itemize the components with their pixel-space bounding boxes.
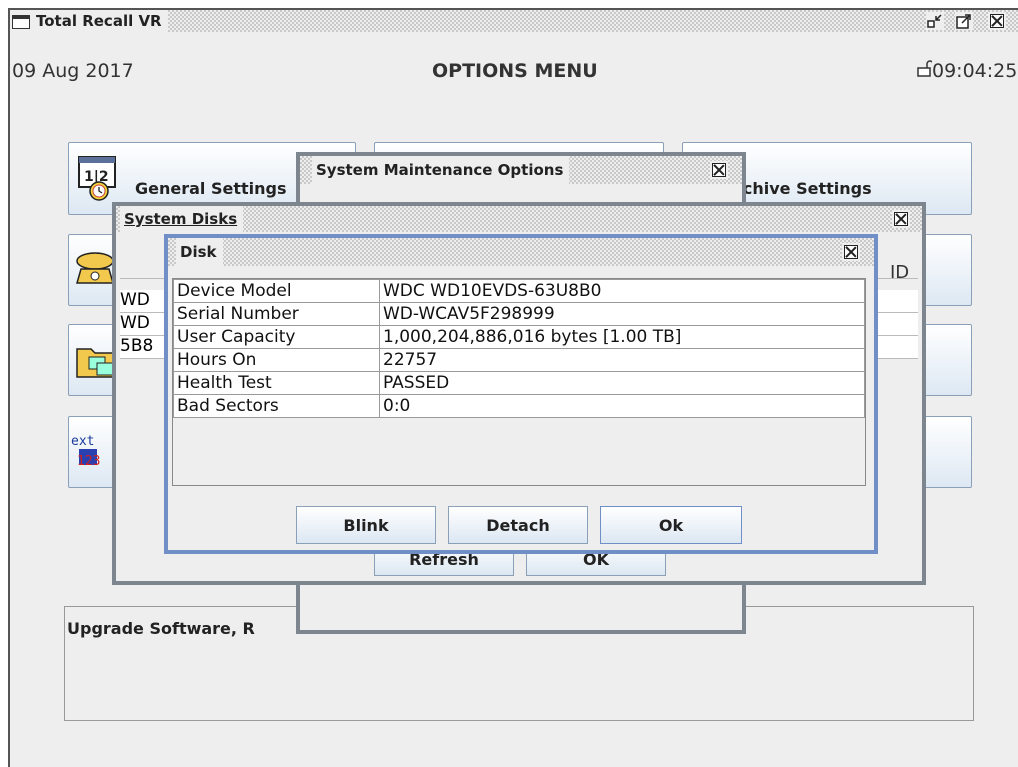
main-window: Total Recall VR 09 Aug 2017 OPTIONS MENU… bbox=[8, 8, 1018, 767]
clock-time: 09:04:25 bbox=[932, 60, 1018, 82]
blink-button[interactable]: Blink bbox=[296, 506, 436, 544]
ok-button[interactable]: Ok bbox=[600, 506, 742, 544]
clock: 09:04:25 bbox=[916, 60, 1017, 83]
disk-info-value: 0:0 bbox=[379, 394, 865, 418]
maintenance-title: System Maintenance Options bbox=[312, 156, 570, 184]
disk-info-value: PASSED bbox=[379, 371, 865, 395]
date-display: 09 Aug 2017 bbox=[12, 60, 134, 82]
disk-info-label: Hours On bbox=[173, 348, 380, 372]
disk-info-row: Device Model WDC WD10EVDS-63U8B0 bbox=[173, 279, 865, 303]
archive-settings-label: rchive Settings bbox=[735, 179, 872, 198]
calendar-clock-icon: 1|2 bbox=[77, 155, 119, 205]
unlock-icon bbox=[916, 60, 934, 83]
close-icon[interactable] bbox=[988, 12, 1006, 30]
disk-row-3-model: 5B8 bbox=[120, 336, 154, 356]
disk-title-bar[interactable]: Disk bbox=[168, 238, 874, 266]
disk-info-value: WD-WCAV5F298999 bbox=[379, 302, 865, 326]
main-title: Total Recall VR bbox=[10, 10, 168, 32]
disk-info-row: User Capacity 1,000,204,886,016 bytes [1.… bbox=[173, 325, 865, 349]
general-settings-label: General Settings bbox=[135, 179, 287, 198]
minimize-icon[interactable] bbox=[926, 12, 944, 30]
telephone-icon bbox=[73, 247, 117, 291]
disk-info-label: User Capacity bbox=[173, 325, 380, 349]
maximize-icon[interactable] bbox=[955, 12, 973, 30]
disk-info-label: Device Model bbox=[173, 279, 380, 303]
disk-info-label: Bad Sectors bbox=[173, 394, 380, 418]
disk-info-label: Health Test bbox=[173, 371, 380, 395]
disk-info-value: 1,000,204,886,016 bytes [1.00 TB] bbox=[379, 325, 865, 349]
disk-row-1-model: WD bbox=[120, 290, 150, 310]
icon-ext-text: ext bbox=[71, 434, 94, 449]
disks-col-id-header: ID bbox=[890, 262, 910, 283]
disk-row-2-model: WD bbox=[120, 313, 150, 333]
upgrade-software-label: Upgrade Software, R bbox=[67, 619, 255, 638]
disk-info-panel: Device Model WDC WD10EVDS-63U8B0 Serial Nu… bbox=[172, 278, 866, 486]
disks-close-icon[interactable] bbox=[892, 210, 910, 228]
disk-info-row: Bad Sectors 0:0 bbox=[173, 394, 865, 418]
disk-info-row: Serial Number WD-WCAV5F298999 bbox=[173, 302, 865, 326]
disk-info-value: 22757 bbox=[379, 348, 865, 372]
detach-button[interactable]: Detach bbox=[448, 506, 588, 544]
disk-close-icon[interactable] bbox=[842, 243, 860, 261]
disk-info-label: Serial Number bbox=[173, 302, 380, 326]
disk-dialog: Disk Device Model WDC WD10EVDS-63U8B0 Seri… bbox=[164, 234, 878, 554]
disk-info-value: WDC WD10EVDS-63U8B0 bbox=[379, 279, 865, 303]
disk-info-table: Device Model WDC WD10EVDS-63U8B0 Serial Nu… bbox=[173, 279, 865, 418]
main-title-bar[interactable]: Total Recall VR bbox=[10, 10, 1018, 32]
disk-info-row: Hours On 22757 bbox=[173, 348, 865, 372]
maintenance-title-bar[interactable]: System Maintenance Options bbox=[300, 156, 742, 184]
icon-num-text: 123 bbox=[77, 454, 100, 469]
window-app-icon bbox=[12, 14, 30, 29]
disk-info-row: Health Test PASSED bbox=[173, 371, 865, 395]
disks-title: System Disks bbox=[120, 206, 244, 232]
disk-title: Disk bbox=[176, 238, 223, 266]
maintenance-close-icon[interactable] bbox=[710, 161, 728, 179]
page-title: OPTIONS MENU bbox=[432, 60, 598, 82]
disks-title-bar[interactable]: System Disks bbox=[116, 206, 922, 232]
